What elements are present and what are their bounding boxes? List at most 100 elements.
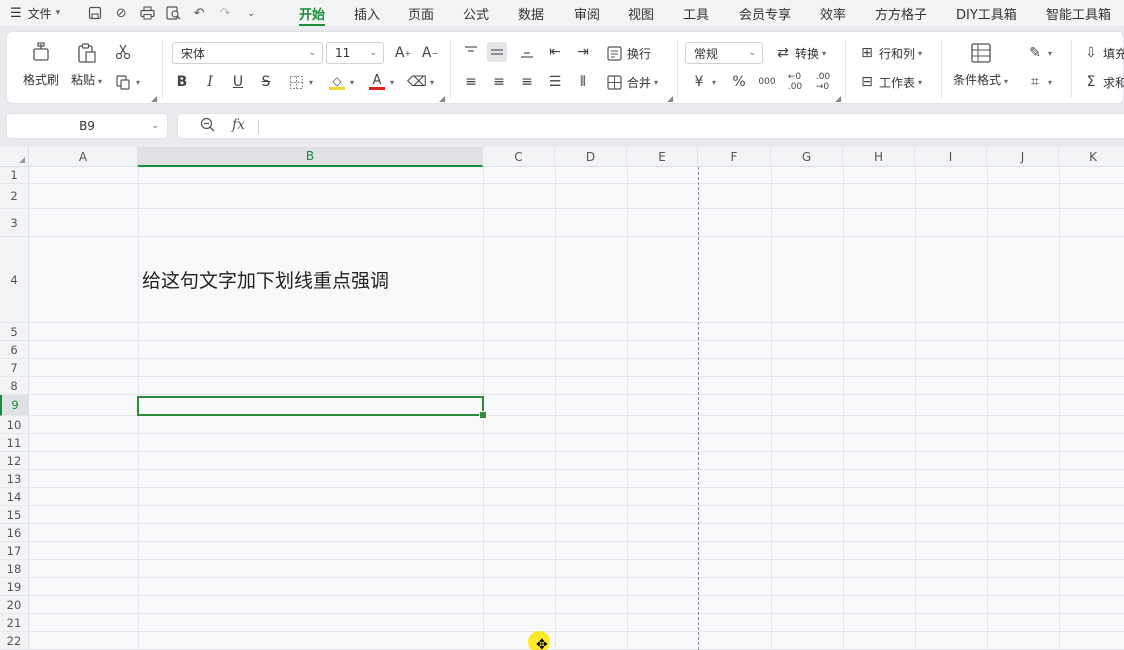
save-icon[interactable] <box>82 2 108 24</box>
justify-button[interactable]: ☰ <box>545 72 565 92</box>
row-header-9[interactable]: 9 <box>0 395 29 416</box>
align-top-button[interactable] <box>461 42 481 62</box>
copy-button[interactable]: ▾ <box>113 72 140 92</box>
tab-home[interactable]: 开始 <box>299 4 326 26</box>
alignment-launcher-icon[interactable]: ◢ <box>667 94 673 103</box>
row-header-2[interactable]: 2 <box>0 184 29 209</box>
row-header-10[interactable]: 10 <box>0 416 29 434</box>
decrease-font-button[interactable]: A − <box>420 43 440 63</box>
conditional-format-button[interactable]: 条件格式 ▾ <box>953 40 1008 88</box>
format-painter-button[interactable]: 格式刷 <box>23 40 59 88</box>
row-header-8[interactable]: 8 <box>0 377 29 395</box>
clear-format-button[interactable]: ⌫ ▾ <box>407 72 434 92</box>
convert-button[interactable]: ⇄ 转换 ▾ <box>773 43 826 63</box>
row-header-19[interactable]: 19 <box>0 578 29 596</box>
table-style-button[interactable]: ⌗ ▾ <box>1025 72 1052 92</box>
column-header-h[interactable]: H <box>843 147 915 167</box>
align-middle-button[interactable] <box>487 42 507 62</box>
cell-style-button[interactable]: ✎ ▾ <box>1025 43 1052 63</box>
tab-data[interactable]: 数据 <box>518 4 544 23</box>
strikethrough-button[interactable]: S <box>256 72 276 92</box>
row-header-1[interactable]: 1 <box>0 167 29 184</box>
row-header-17[interactable]: 17 <box>0 542 29 560</box>
row-header-7[interactable]: 7 <box>0 359 29 377</box>
tab-efficiency[interactable]: 效率 <box>820 4 846 23</box>
column-header-c[interactable]: C <box>483 147 555 167</box>
row-header-12[interactable]: 12 <box>0 452 29 470</box>
tab-view[interactable]: 视图 <box>628 4 654 23</box>
row-header-22[interactable]: 22 <box>0 632 29 650</box>
column-header-k[interactable]: K <box>1059 147 1124 167</box>
formula-bar[interactable]: fx <box>177 113 1124 139</box>
font-size-select[interactable]: 11 ⌄ <box>326 42 384 64</box>
select-all-corner[interactable] <box>0 147 29 167</box>
worksheet-button[interactable]: ⊟ 工作表 ▾ <box>857 72 922 92</box>
fill-button[interactable]: ⇩ 填充 <box>1081 43 1124 63</box>
row-header-15[interactable]: 15 <box>0 506 29 524</box>
increase-indent-button[interactable]: ⇥ <box>573 42 593 62</box>
column-header-j[interactable]: J <box>987 147 1059 167</box>
row-header-3[interactable]: 3 <box>0 209 29 237</box>
row-header-18[interactable]: 18 <box>0 560 29 578</box>
tab-formula[interactable]: 公式 <box>463 4 489 23</box>
undo-icon[interactable]: ↶ <box>186 2 212 24</box>
tab-insert[interactable]: 插入 <box>354 4 380 23</box>
percent-button[interactable]: % <box>729 72 749 92</box>
row-header-13[interactable]: 13 <box>0 470 29 488</box>
tab-tools[interactable]: 工具 <box>683 4 709 23</box>
tab-smart-toolbox[interactable]: 智能工具箱 <box>1046 4 1111 23</box>
align-left-button[interactable]: ≡ <box>461 72 481 92</box>
fx-icon[interactable]: fx <box>232 117 245 133</box>
cut-button[interactable] <box>113 42 133 62</box>
align-bottom-button[interactable] <box>517 42 537 62</box>
rows-and-columns-button[interactable]: ⊞ 行和列 ▾ <box>857 43 922 63</box>
row-header-5[interactable]: 5 <box>0 323 29 341</box>
merge-button[interactable]: 合并 ▾ <box>604 72 658 92</box>
increase-decimal-button[interactable]: ←0.00 <box>785 72 805 92</box>
align-center-button[interactable]: ≡ <box>489 72 509 92</box>
more-chevron-icon[interactable]: ⌄ <box>238 2 264 24</box>
tab-review[interactable]: 审阅 <box>574 4 600 23</box>
align-right-button[interactable]: ≡ <box>517 72 537 92</box>
redo-icon[interactable]: ↷ <box>212 2 238 24</box>
decrease-decimal-button[interactable]: .00 →0 <box>813 72 833 92</box>
file-menu[interactable]: ☰ 文件 ▾ <box>10 5 60 22</box>
column-header-e[interactable]: E <box>627 147 698 167</box>
active-cell-selection[interactable] <box>137 396 487 419</box>
row-header-14[interactable]: 14 <box>0 488 29 506</box>
font-color-button[interactable]: A ▾ <box>367 72 394 92</box>
row-header-20[interactable]: 20 <box>0 596 29 614</box>
tab-page[interactable]: 页面 <box>408 4 434 23</box>
zoom-icon[interactable] <box>200 117 215 136</box>
print-preview-icon[interactable] <box>160 2 186 24</box>
worksheet-grid[interactable]: A B C D E F G H I J K 1 2 3 4 5 6 7 8 9 10 11 12 13 14 15 16 17 18 19… <box>0 147 1124 650</box>
tab-diy-toolbox[interactable]: DIY工具箱 <box>956 4 1017 23</box>
print-icon[interactable] <box>134 2 160 24</box>
column-header-b[interactable]: B <box>138 147 483 167</box>
name-box[interactable]: B9 ⌄ <box>6 113 168 139</box>
autosum-button[interactable]: Σ 求和 <box>1081 72 1124 92</box>
distribute-button[interactable]: ⫴ <box>573 72 593 92</box>
underline-button[interactable]: U <box>228 72 248 92</box>
tab-ffgz[interactable]: 方方格子 <box>875 4 927 23</box>
row-header-21[interactable]: 21 <box>0 614 29 632</box>
fill-color-button[interactable]: ◇ ▾ <box>327 72 354 92</box>
row-header-4[interactable]: 4 <box>0 237 29 323</box>
column-header-g[interactable]: G <box>771 147 843 167</box>
font-name-select[interactable]: 宋体 ⌄ <box>172 42 323 64</box>
cell-b4-text[interactable]: 给这句文字加下划线重点强调 <box>142 266 389 293</box>
column-header-f[interactable]: F <box>698 147 771 167</box>
column-header-i[interactable]: I <box>915 147 987 167</box>
number-format-select[interactable]: 常规 ⌄ <box>685 42 763 64</box>
column-header-d[interactable]: D <box>555 147 627 167</box>
row-header-11[interactable]: 11 <box>0 434 29 452</box>
share-link-icon[interactable]: ⊘ <box>108 2 134 24</box>
wrap-text-button[interactable]: 换行 <box>604 43 651 63</box>
tab-member[interactable]: 会员专享 <box>739 4 791 23</box>
currency-button[interactable]: ¥ ▾ <box>689 72 716 92</box>
row-header-16[interactable]: 16 <box>0 524 29 542</box>
font-launcher-icon[interactable]: ◢ <box>439 94 445 103</box>
clipboard-launcher-icon[interactable]: ◢ <box>151 94 157 103</box>
bold-button[interactable]: B <box>172 72 192 92</box>
decrease-indent-button[interactable]: ⇤ <box>545 42 565 62</box>
